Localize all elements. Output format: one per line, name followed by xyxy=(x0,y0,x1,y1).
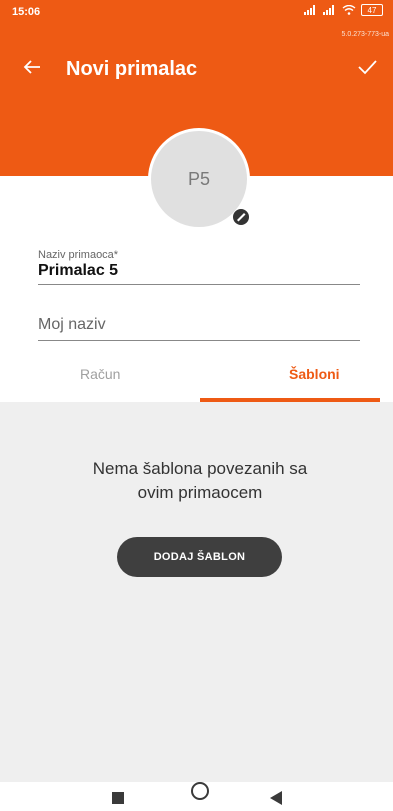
wifi-icon xyxy=(342,5,356,15)
home-icon[interactable] xyxy=(191,782,209,800)
system-back-icon[interactable] xyxy=(270,791,282,805)
templates-empty-state: Nema šablona povezanih sa ovim primaocem… xyxy=(0,402,393,782)
recipient-name-label: Naziv primaoca* xyxy=(38,249,119,261)
system-nav-bar xyxy=(0,782,393,811)
signal-icon xyxy=(304,5,315,15)
build-version: 5.0.273-773-ua xyxy=(341,31,389,38)
status-time: 15:06 xyxy=(12,6,41,18)
empty-state-message: Nema šablona povezanih sa ovim primaocem xyxy=(92,459,308,502)
recipient-name-underline xyxy=(38,284,360,285)
page-title: Novi primalac xyxy=(66,58,198,80)
back-arrow-icon[interactable] xyxy=(20,55,44,79)
recipient-name-input[interactable]: Primalac 5 xyxy=(38,262,118,280)
signal-icon-2 xyxy=(323,5,334,15)
recents-icon[interactable] xyxy=(112,792,124,804)
battery-icon: 47 xyxy=(361,4,383,16)
confirm-check-icon[interactable] xyxy=(355,55,379,79)
tab-racun[interactable]: Račun xyxy=(80,366,120,382)
status-bar: 15:06 47 5.0.273-773-ua xyxy=(0,0,393,44)
tab-sabloni[interactable]: Šabloni xyxy=(289,366,340,382)
status-icons: 47 xyxy=(304,4,383,16)
my-name-input[interactable]: Moj naziv xyxy=(38,316,106,334)
my-name-underline xyxy=(38,340,360,341)
edit-photo-icon[interactable] xyxy=(232,208,250,226)
add-template-button[interactable]: DODAJ ŠABLON xyxy=(117,537,282,577)
